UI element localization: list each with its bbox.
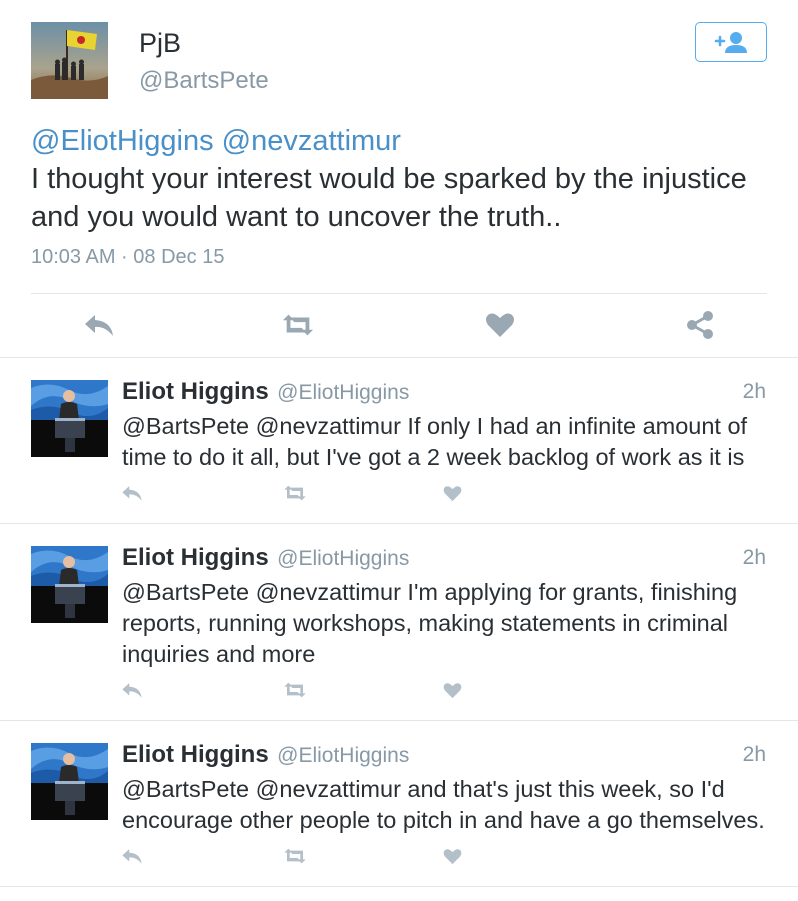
- reply-text: @BartsPete @nevzattimur If only I had an…: [122, 413, 748, 470]
- reply-text: @BartsPete @nevzattimur and that's just …: [122, 776, 765, 833]
- follow-button[interactable]: [695, 22, 767, 62]
- like-button[interactable]: [439, 679, 465, 701]
- share-icon: [687, 311, 713, 339]
- avatar-image: [31, 380, 108, 457]
- add-user-icon: [714, 32, 747, 53]
- reply-tweet: Eliot Higgins @EliotHiggins 2h @BartsPet…: [0, 358, 798, 524]
- like-button[interactable]: [439, 482, 465, 504]
- retweet-icon: [284, 682, 306, 698]
- like-button[interactable]: [483, 310, 517, 340]
- heart-icon: [443, 485, 461, 501]
- reply-header: Eliot Higgins @EliotHiggins: [122, 741, 409, 769]
- retweet-icon: [284, 485, 306, 501]
- author-name[interactable]: PjB: [139, 28, 181, 59]
- share-button[interactable]: [683, 310, 717, 340]
- reply-header: Eliot Higgins @EliotHiggins: [122, 544, 409, 572]
- retweet-button[interactable]: [282, 679, 308, 701]
- avatar[interactable]: [31, 22, 108, 99]
- avatar-image: [31, 22, 108, 99]
- retweet-button[interactable]: [282, 845, 308, 867]
- retweet-button[interactable]: [281, 310, 315, 340]
- reply-timestamp[interactable]: 2h: [743, 546, 766, 570]
- avatar[interactable]: [31, 743, 108, 820]
- author-handle[interactable]: @EliotHiggins: [277, 547, 409, 570]
- author-name[interactable]: Eliot Higgins: [122, 378, 269, 405]
- avatar-image: [31, 743, 108, 820]
- author-name[interactable]: Eliot Higgins: [122, 741, 269, 768]
- reply-timestamp[interactable]: 2h: [743, 380, 766, 404]
- reply-button[interactable]: [119, 679, 145, 701]
- reply-header: Eliot Higgins @EliotHiggins: [122, 378, 409, 406]
- reply-icon: [122, 683, 142, 698]
- reply-tweet: Eliot Higgins @EliotHiggins 2h @BartsPet…: [0, 721, 798, 887]
- tweet-text: @EliotHiggins @nevzattimur I thought you…: [31, 122, 771, 236]
- retweet-button[interactable]: [282, 482, 308, 504]
- main-tweet: PjB @BartsPete @EliotHiggins @nevzattimu…: [0, 0, 798, 358]
- tweet-timestamp[interactable]: 10:03 AM · 08 Dec 15: [31, 246, 224, 269]
- mention-link[interactable]: @nevzattimur: [222, 125, 401, 157]
- reply-button[interactable]: [119, 482, 145, 504]
- mention-link[interactable]: @EliotHiggins: [31, 125, 214, 157]
- author-name[interactable]: Eliot Higgins: [122, 544, 269, 571]
- reply-icon: [122, 486, 142, 501]
- author-handle[interactable]: @EliotHiggins: [277, 381, 409, 404]
- author-handle[interactable]: @BartsPete: [139, 67, 269, 95]
- avatar[interactable]: [31, 380, 108, 457]
- avatar-image: [31, 546, 108, 623]
- reply-text: @BartsPete @nevzattimur I'm applying for…: [122, 579, 738, 667]
- reply-icon: [85, 315, 113, 336]
- divider: [31, 293, 767, 294]
- reply-tweet: Eliot Higgins @EliotHiggins 2h @BartsPet…: [0, 524, 798, 721]
- author-handle[interactable]: @EliotHiggins: [277, 744, 409, 767]
- reply-timestamp[interactable]: 2h: [743, 743, 766, 767]
- like-button[interactable]: [439, 845, 465, 867]
- reply-button[interactable]: [119, 845, 145, 867]
- avatar[interactable]: [31, 546, 108, 623]
- reply-icon: [122, 849, 142, 864]
- reply-button[interactable]: [82, 310, 116, 340]
- heart-icon: [443, 848, 461, 864]
- retweet-icon: [282, 314, 314, 336]
- tweet-body: I thought your interest would be sparked…: [31, 163, 747, 233]
- heart-icon: [486, 313, 514, 337]
- heart-icon: [443, 682, 461, 698]
- retweet-icon: [284, 848, 306, 864]
